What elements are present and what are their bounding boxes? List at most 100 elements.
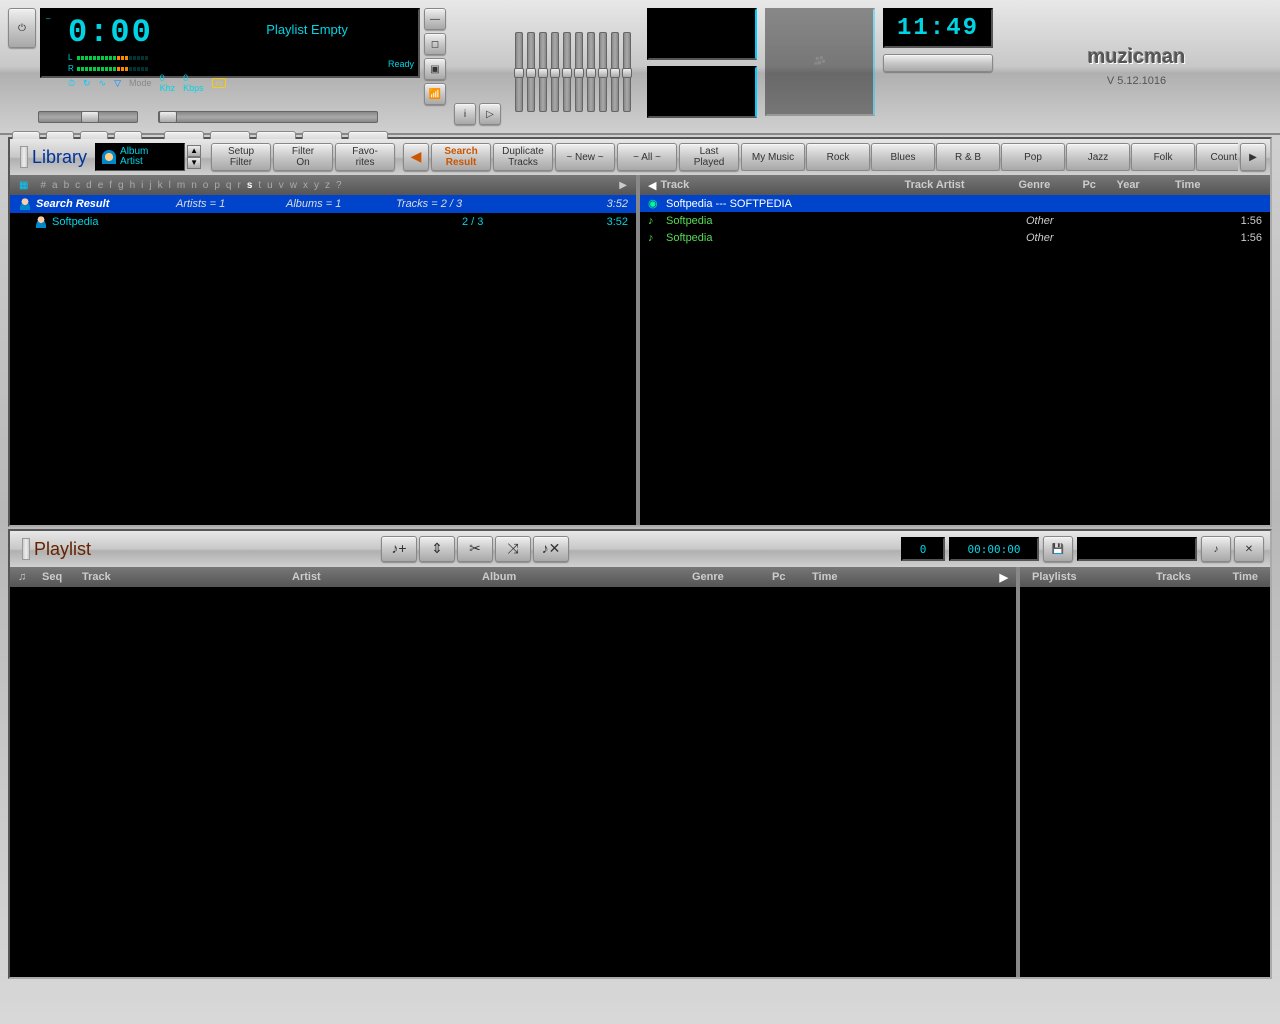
- playlist-status: Playlist Empty: [230, 14, 384, 72]
- eq-slider[interactable]: [527, 32, 535, 112]
- alpha-d[interactable]: d: [83, 180, 95, 191]
- track-prev-icon[interactable]: ◀: [648, 179, 656, 192]
- visualizer-2: [647, 66, 757, 118]
- genre-tab-pop[interactable]: Pop: [1001, 143, 1065, 171]
- alpha-b[interactable]: b: [61, 180, 73, 191]
- signal-button[interactable]: 📶: [424, 83, 446, 105]
- clear-playlist-button[interactable]: ✕: [1234, 536, 1264, 562]
- eq-slider[interactable]: [563, 32, 571, 112]
- ready-status: Ready: [388, 59, 414, 69]
- favorites-button[interactable]: Favo-rites: [335, 143, 395, 171]
- save-playlist-button[interactable]: 💾: [1043, 536, 1073, 562]
- track-row[interactable]: ♪SoftpediaOther1:56: [640, 212, 1270, 229]
- genre-tab-blues[interactable]: Blues: [871, 143, 935, 171]
- remove-track-button[interactable]: ♪✕: [533, 536, 569, 562]
- view-mode-selector[interactable]: AlbumArtist: [95, 143, 185, 171]
- person-icon: [34, 216, 48, 228]
- note-icon: ♪: [648, 232, 660, 244]
- alpha-y[interactable]: y: [311, 180, 322, 191]
- visualizer-1: [647, 8, 757, 60]
- alpha-o[interactable]: o: [200, 180, 212, 191]
- nav-next-button[interactable]: ▶: [1240, 143, 1266, 171]
- eq-slider[interactable]: [587, 32, 595, 112]
- genre-tab-folk[interactable]: Folk: [1131, 143, 1195, 171]
- alpha-g[interactable]: g: [115, 180, 127, 191]
- alpha-t[interactable]: t: [255, 180, 264, 191]
- player-display: – 0:00 L R ⏱↻∿▽ Mode 0: [40, 8, 420, 78]
- saved-playlists-header: Playlists Tracks Time: [1020, 567, 1270, 587]
- alpha-c[interactable]: c: [72, 180, 83, 191]
- shuffle-playlist-button[interactable]: ⤨: [495, 536, 531, 562]
- track-list[interactable]: ◉Softpedia --- SOFTPEDIA♪SoftpediaOther1…: [640, 195, 1270, 525]
- genre-tab-jazz[interactable]: Jazz: [1066, 143, 1130, 171]
- playlist-toggle-button[interactable]: ▷: [479, 103, 501, 125]
- brand-name: muzicman: [1088, 46, 1186, 69]
- alpha-m[interactable]: m: [174, 180, 188, 191]
- alpha-filter-bar: ▦ #abcdefghijklmnopqrstuvwxyz? ▶: [10, 175, 636, 195]
- grid-icon[interactable]: ▦: [16, 180, 31, 191]
- cut-button[interactable]: ✂: [457, 536, 493, 562]
- alpha-?[interactable]: ?: [333, 180, 345, 191]
- add-to-playlist-button[interactable]: ♪+: [381, 536, 417, 562]
- alpha-next-icon[interactable]: ▶: [616, 180, 630, 191]
- filter-on-button[interactable]: FilterOn: [273, 143, 333, 171]
- alpha-e[interactable]: e: [95, 180, 107, 191]
- duplicate-tracks-tab[interactable]: DuplicateTracks: [493, 143, 553, 171]
- view-mode-spinner[interactable]: ▲▼: [187, 145, 201, 169]
- search-result-tab[interactable]: SearchResult: [431, 143, 491, 171]
- sort-playlist-button[interactable]: ⇕: [419, 536, 455, 562]
- alpha-n[interactable]: n: [188, 180, 200, 191]
- new-tab[interactable]: ~ New ~: [555, 143, 615, 171]
- eq-slider[interactable]: [539, 32, 547, 112]
- alpha-f[interactable]: f: [106, 180, 115, 191]
- info-button[interactable]: i: [454, 103, 476, 125]
- max-button[interactable]: ◻: [424, 33, 446, 55]
- alpha-p[interactable]: p: [211, 180, 223, 191]
- genre-tab-r-&-b[interactable]: R & B: [936, 143, 1000, 171]
- alpha-z[interactable]: z: [322, 180, 333, 191]
- eq-slider[interactable]: [611, 32, 619, 112]
- min-button[interactable]: —: [424, 8, 446, 30]
- tree-row[interactable]: Softpedia2 / 33:52: [10, 213, 636, 231]
- alpha-w[interactable]: w: [287, 180, 300, 191]
- alpha-x[interactable]: x: [300, 180, 311, 191]
- eq-slider[interactable]: [575, 32, 583, 112]
- genre-tab-country[interactable]: Country: [1196, 143, 1238, 171]
- power-button[interactable]: ⏻: [8, 8, 36, 48]
- eq-slider[interactable]: [599, 32, 607, 112]
- note-icon: ♪: [648, 215, 660, 227]
- alpha-a[interactable]: a: [49, 180, 61, 191]
- alpha-r[interactable]: r: [234, 180, 243, 191]
- library-toolbar: Library AlbumArtist ▲▼ SetupFilter Filte…: [10, 139, 1270, 175]
- last-played-tab[interactable]: LastPlayed: [679, 143, 739, 171]
- track-row[interactable]: ◉Softpedia --- SOFTPEDIA: [640, 195, 1270, 212]
- setup-filter-button[interactable]: SetupFilter: [211, 143, 271, 171]
- balance-slider[interactable]: [38, 111, 138, 123]
- alpha-h[interactable]: h: [127, 180, 139, 191]
- genre-tab-rock[interactable]: Rock: [806, 143, 870, 171]
- load-playlist-button[interactable]: ♪: [1201, 536, 1231, 562]
- alpha-j[interactable]: j: [146, 180, 154, 191]
- tree-header-row[interactable]: Search Result Artists = 1 Albums = 1 Tra…: [10, 195, 636, 213]
- alpha-#[interactable]: #: [37, 180, 49, 191]
- alpha-s[interactable]: s: [244, 180, 256, 191]
- all-tab[interactable]: ~ All ~: [617, 143, 677, 171]
- alpha-l[interactable]: l: [166, 180, 174, 191]
- volume-slider[interactable]: [883, 54, 993, 72]
- alpha-u[interactable]: u: [264, 180, 276, 191]
- playlist-next-col-icon[interactable]: ▶: [1000, 571, 1008, 584]
- alpha-q[interactable]: q: [223, 180, 235, 191]
- alpha-v[interactable]: v: [276, 180, 287, 191]
- minus-indicator: –: [46, 14, 64, 23]
- position-slider[interactable]: [158, 111, 378, 123]
- eq-slider[interactable]: [551, 32, 559, 112]
- eq-slider[interactable]: [515, 32, 523, 112]
- nav-prev-button[interactable]: ◀: [403, 143, 429, 171]
- eq-slider[interactable]: [623, 32, 631, 112]
- alpha-k[interactable]: k: [155, 180, 166, 191]
- artist-tree[interactable]: Search Result Artists = 1 Albums = 1 Tra…: [10, 195, 636, 525]
- note-icon: ◉: [648, 197, 660, 210]
- genre-tab-my-music[interactable]: My Music: [741, 143, 805, 171]
- track-row[interactable]: ♪SoftpediaOther1:56: [640, 229, 1270, 246]
- window-button[interactable]: ▣: [424, 58, 446, 80]
